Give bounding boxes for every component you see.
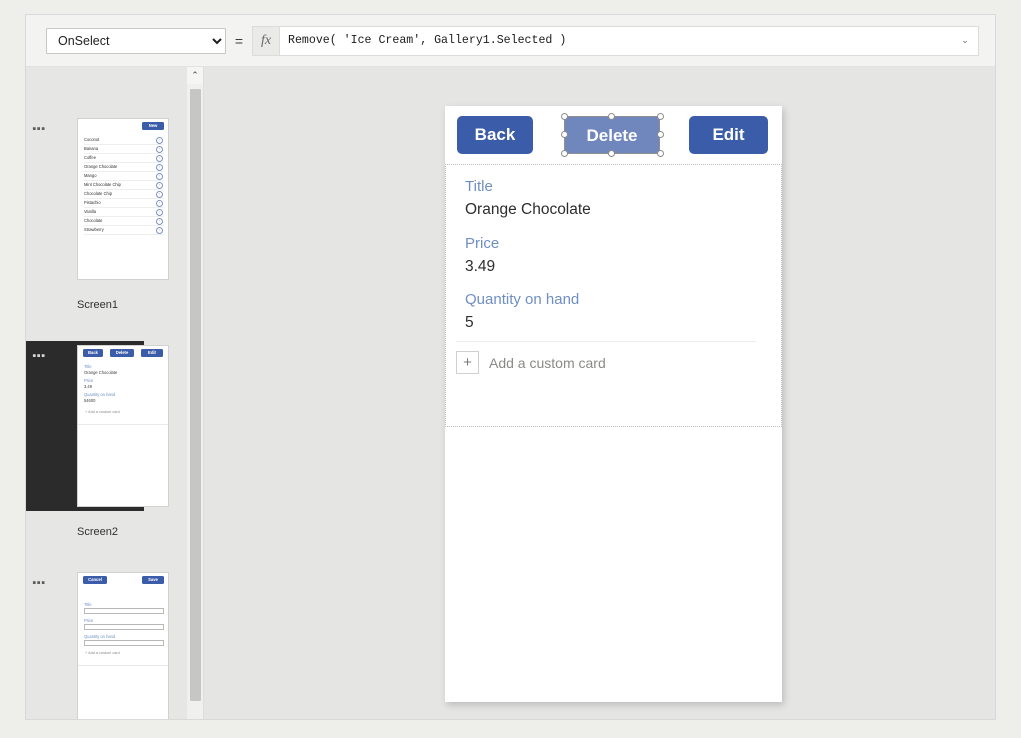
- scrollbar-thumb[interactable]: [190, 89, 201, 701]
- screen-context-menu-icon[interactable]: ▪▪▪: [30, 578, 48, 589]
- screens-panel-scrollbar[interactable]: ⌃: [187, 67, 204, 719]
- thumb-field-value: Orange Chocolate: [84, 370, 118, 375]
- thumb-item-label: Pistachio: [84, 200, 101, 205]
- thumb-field-label: Quantity on hand: [84, 634, 116, 639]
- resize-handle-top-right[interactable]: [657, 113, 664, 120]
- chevron-right-icon: ›: [156, 181, 163, 189]
- thumb-add-custom-card: + Add a custom card: [85, 651, 120, 655]
- thumb-field-label: Quantity on hand: [84, 392, 116, 397]
- screen-button-bar: Back Delete Edit: [445, 106, 782, 164]
- scroll-up-icon[interactable]: ⌃: [187, 67, 203, 84]
- screens-panel[interactable]: ▪▪▪ New Coconut › Banana › Coffee › Oran…: [26, 67, 187, 719]
- thumb-item-label: Chocolate: [84, 218, 103, 223]
- back-button[interactable]: Back: [457, 116, 533, 154]
- thumb-divider: [78, 665, 168, 666]
- chevron-right-icon: ›: [156, 154, 163, 162]
- screen-thumbnail-2[interactable]: Back Delete Edit Title Orange Chocolate …: [77, 345, 169, 507]
- thumb-edit-button: Edit: [141, 349, 163, 357]
- app-screen-canvas[interactable]: Back Delete Edit Title Orange Chocolate: [445, 106, 782, 702]
- thumb-add-card-label: Add a custom card: [88, 410, 120, 414]
- thumb-add-custom-card: + Add a custom card: [85, 410, 120, 414]
- chevron-right-icon: ›: [156, 172, 163, 180]
- screen-context-menu-icon[interactable]: ▪▪▪: [30, 351, 48, 362]
- delete-button[interactable]: Delete: [564, 116, 660, 154]
- screen-entry-2[interactable]: ▪▪▪ Back Delete Edit Title Orange Chocol…: [26, 341, 187, 566]
- thumb-back-button: Back: [83, 349, 103, 357]
- property-select[interactable]: OnSelect: [46, 27, 226, 54]
- resize-handle-middle-right[interactable]: [657, 131, 664, 138]
- plus-icon: +: [85, 651, 88, 655]
- thumb-gallery-item: Strawberry ›: [84, 225, 164, 235]
- edit-button[interactable]: Edit: [689, 116, 768, 154]
- plus-icon[interactable]: +: [456, 351, 479, 374]
- thumb-save-button: Save: [142, 576, 164, 584]
- formula-text: Remove( 'Ice Cream', Gallery1.Selected ): [288, 34, 567, 47]
- fx-icon: fx: [252, 25, 279, 56]
- thumb-item-label: Banana: [84, 146, 99, 151]
- resize-handle-bottom-right[interactable]: [657, 150, 664, 157]
- screen-thumbnail-1[interactable]: New Coconut › Banana › Coffee › Orange C…: [77, 118, 169, 280]
- thumb-item-label: Vanilla: [84, 209, 96, 214]
- formula-bar: OnSelect = fx Remove( 'Ice Cream', Galle…: [26, 15, 995, 67]
- thumb-cancel-button: Cancel: [83, 576, 107, 584]
- thumb-field-label: Title: [84, 602, 92, 607]
- thumb-new-button: New: [142, 122, 164, 130]
- screen-label-1: Screen1: [77, 299, 118, 311]
- add-custom-card-label[interactable]: Add a custom card: [489, 355, 606, 371]
- thumb-field-value: 54600: [84, 398, 96, 403]
- resize-handle-bottom-left[interactable]: [561, 150, 568, 157]
- thumb-field-label: Title: [84, 364, 92, 369]
- resize-handle-bottom-center[interactable]: [608, 150, 615, 157]
- screen-context-menu-icon[interactable]: ▪▪▪: [30, 124, 48, 135]
- thumb-item-label: Mango: [84, 173, 97, 178]
- screen-thumbnail-3[interactable]: Cancel Save Title Price Quantity on hand…: [77, 572, 169, 719]
- thumb-field-input: [84, 640, 164, 646]
- plus-icon: +: [85, 410, 88, 414]
- chevron-right-icon: ›: [156, 208, 163, 216]
- field-label-quantity: Quantity on hand: [465, 291, 580, 308]
- chevron-right-icon: ›: [156, 226, 163, 234]
- chevron-right-icon: ›: [156, 163, 163, 171]
- field-label-price: Price: [465, 235, 500, 252]
- thumb-field-input: [84, 608, 164, 614]
- chevron-down-icon[interactable]: ⌄: [958, 36, 972, 45]
- screen-label-2: Screen2: [77, 526, 118, 538]
- field-value-price: 3.49: [465, 258, 496, 275]
- canvas-area[interactable]: Back Delete Edit Title Orange Chocolate: [204, 67, 995, 719]
- field-value-quantity: 5: [465, 314, 474, 331]
- thumb-item-label: Mint Chocolate Chip: [84, 182, 121, 187]
- resize-handle-middle-left[interactable]: [561, 131, 568, 138]
- thumb-field-value: 3.49: [84, 384, 92, 389]
- resize-handle-top-center[interactable]: [608, 113, 615, 120]
- thumb-divider: [78, 424, 168, 425]
- resize-handle-top-left[interactable]: [561, 113, 568, 120]
- app-root: OnSelect = fx Remove( 'Ice Cream', Galle…: [0, 0, 1021, 738]
- field-label-title: Title: [465, 178, 493, 195]
- add-custom-card-row[interactable]: + Add a custom card: [456, 341, 756, 374]
- thumb-add-card-label: Add a custom card: [88, 651, 120, 655]
- thumb-field-label: Price: [84, 618, 94, 623]
- thumb-field-label: Price: [84, 378, 94, 383]
- thumb-item-label: Coconut: [84, 137, 100, 142]
- field-value-title: Orange Chocolate: [465, 201, 591, 218]
- chevron-right-icon: ›: [156, 217, 163, 225]
- screen-entry-1[interactable]: ▪▪▪ New Coconut › Banana › Coffee › Oran…: [26, 114, 187, 339]
- equals-sign: =: [234, 32, 244, 49]
- thumb-item-label: Strawberry: [84, 227, 104, 232]
- detail-form[interactable]: Title Orange Chocolate Price 3.49 Quanti…: [445, 164, 782, 427]
- screen-entry-3[interactable]: ▪▪▪ Cancel Save Title Price Quantity on …: [26, 568, 187, 719]
- thumb-item-label: Chocolate Chip: [84, 191, 112, 196]
- thumb-delete-button: Delete: [110, 349, 134, 357]
- chevron-right-icon: ›: [156, 190, 163, 198]
- chevron-right-icon: ›: [156, 136, 163, 144]
- thumb-field-input: [84, 624, 164, 630]
- powerapps-studio-window: OnSelect = fx Remove( 'Ice Cream', Galle…: [25, 14, 996, 720]
- chevron-right-icon: ›: [156, 145, 163, 153]
- chevron-right-icon: ›: [156, 199, 163, 207]
- formula-input[interactable]: Remove( 'Ice Cream', Gallery1.Selected )…: [279, 25, 979, 56]
- thumb-item-label: Orange Chocolate: [84, 164, 118, 169]
- thumb-item-label: Coffee: [84, 155, 96, 160]
